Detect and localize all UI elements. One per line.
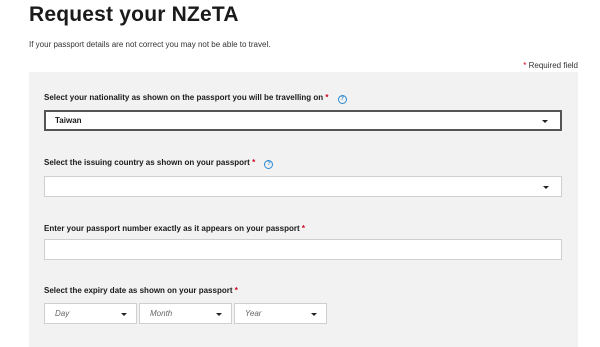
expiry-date-label-text: Select the expiry date as shown on your … (44, 286, 233, 295)
chevron-down-icon (311, 312, 317, 316)
help-icon[interactable]: ? (337, 95, 347, 104)
page-title: Request your NZeTA (29, 3, 239, 26)
nationality-label: Select your nationality as shown on the … (44, 93, 347, 104)
passport-number-label-text: Enter your passport number exactly as it… (44, 224, 300, 233)
intro-text: If your passport details are not correct… (29, 40, 271, 49)
required-note-text: Required field (528, 61, 578, 70)
expiry-year-select[interactable]: Year (234, 303, 327, 324)
passport-number-input[interactable] (44, 239, 562, 260)
expiry-day-placeholder: Day (55, 309, 70, 318)
passport-form-panel: Select your nationality as shown on the … (29, 72, 578, 347)
required-star: * (325, 93, 329, 102)
issuing-country-label: Select the issuing country as shown on y… (44, 158, 274, 169)
expiry-year-placeholder: Year (245, 309, 262, 318)
chevron-down-icon (216, 312, 222, 316)
chevron-down-icon (121, 312, 127, 316)
nationality-label-text: Select your nationality as shown on the … (44, 93, 324, 102)
chevron-down-icon (542, 119, 548, 123)
required-star: * (523, 61, 527, 70)
expiry-month-select[interactable]: Month (139, 303, 232, 324)
issuing-country-label-text: Select the issuing country as shown on y… (44, 158, 250, 167)
required-field-note: * Required field (523, 61, 578, 70)
required-star: * (301, 224, 305, 233)
nationality-value: Taiwan (55, 116, 82, 125)
issuing-country-select[interactable] (44, 176, 562, 197)
passport-number-label: Enter your passport number exactly as it… (44, 224, 305, 233)
expiry-date-label: Select the expiry date as shown on your … (44, 286, 238, 295)
required-star: * (234, 286, 238, 295)
expiry-month-placeholder: Month (150, 309, 173, 318)
nationality-select[interactable]: Taiwan (44, 110, 562, 131)
chevron-down-icon (543, 185, 549, 189)
required-star: * (252, 158, 256, 167)
expiry-day-select[interactable]: Day (44, 303, 137, 324)
help-icon[interactable]: ? (264, 160, 274, 169)
